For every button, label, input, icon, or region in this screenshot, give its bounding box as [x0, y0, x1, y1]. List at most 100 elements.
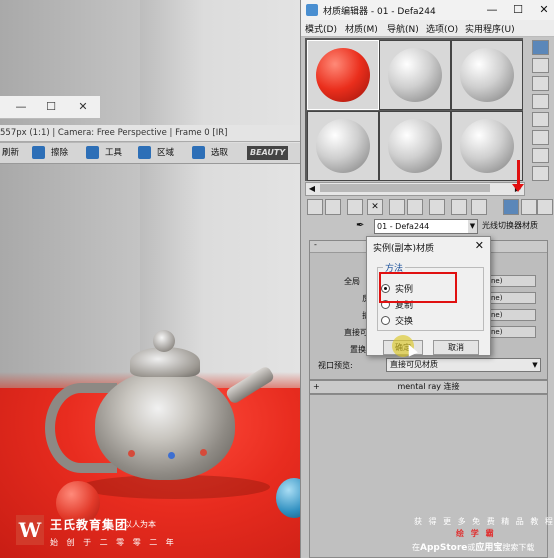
show-map-icon[interactable] — [471, 199, 487, 215]
minimized-window: — ☐ ✕ — [0, 96, 100, 119]
maximize-icon[interactable]: ☐ — [511, 3, 525, 17]
brand-watermark: W 王氏教育集团 以人为本 始 创 于 二 零 零 二 年 — [16, 515, 256, 551]
chevron-down-icon[interactable]: ▼ — [468, 220, 477, 233]
material-sphere — [316, 119, 370, 173]
put-to-library-icon[interactable] — [429, 199, 445, 215]
minimize-icon[interactable]: — — [485, 3, 499, 17]
sample-slot[interactable] — [379, 111, 451, 181]
material-sphere — [316, 48, 370, 102]
brand-motto: 以人为本 — [124, 520, 156, 529]
select-icon[interactable] — [192, 146, 205, 159]
sample-type-icon[interactable] — [532, 40, 549, 55]
material-toolbar: ✕ — [305, 198, 553, 216]
menu-utilities[interactable]: 实用程序(U) — [465, 22, 515, 35]
refresh-button[interactable]: 刷新 — [2, 146, 19, 160]
preview-icon[interactable] — [532, 130, 549, 145]
radio-icon[interactable] — [381, 316, 390, 325]
menu-mode[interactable]: 模式(D) — [305, 22, 337, 35]
material-slot-button[interactable]: ne) — [488, 292, 536, 304]
material-sphere — [460, 119, 514, 173]
sample-slot[interactable] — [307, 40, 379, 110]
maximize-icon[interactable]: ☐ — [44, 100, 58, 114]
material-editor-title: 材质编辑器 - 01 - Defa244 — [323, 7, 436, 17]
viewport-preview-label: 视口预览: — [318, 361, 353, 370]
instance-copy-dialog: 实例(副本)材质 ✕ 方法 实例 复制 交换 确定 取消 — [366, 236, 491, 356]
brand-logo: W — [16, 515, 44, 545]
menu-navigation[interactable]: 导航(N) — [387, 22, 419, 35]
collapse-icon[interactable]: - — [314, 240, 317, 249]
beauty-pass-label[interactable]: BEAUTY — [247, 146, 289, 160]
scroll-left-icon[interactable]: ◀ — [306, 183, 318, 195]
material-name-field[interactable]: 01 - Defa244 ▼ — [374, 219, 478, 234]
material-type-button[interactable]: 光线切换器材质 — [482, 220, 538, 231]
material-slot-button[interactable]: ne) — [488, 275, 536, 287]
show-end-result-icon[interactable] — [503, 199, 519, 215]
uv-tiling-icon[interactable] — [532, 94, 549, 109]
erase-icon[interactable] — [32, 146, 45, 159]
viewport-render[interactable]: — ☐ ✕ 557px (1:1) | Camera: Free Perspec… — [0, 0, 300, 558]
sample-slot[interactable] — [451, 111, 523, 181]
viewport-preview-select[interactable]: 直接可见材质 ▼ — [386, 358, 541, 372]
put-to-scene-icon[interactable] — [325, 199, 341, 215]
tools-icon[interactable] — [86, 146, 99, 159]
make-unique-icon[interactable] — [407, 199, 423, 215]
radio-swap[interactable]: 交换 — [381, 314, 413, 327]
cancel-button[interactable]: 取消 — [433, 340, 479, 355]
close-icon[interactable]: ✕ — [537, 3, 551, 17]
param-label: 全局 — [344, 277, 360, 286]
go-sibling-icon[interactable] — [537, 199, 553, 215]
get-material-icon[interactable] — [307, 199, 323, 215]
material-slot-button[interactable]: ne) — [488, 326, 536, 338]
make-copy-icon[interactable] — [389, 199, 405, 215]
material-sphere — [388, 119, 442, 173]
backlight-icon[interactable] — [532, 58, 549, 73]
expand-icon[interactable]: + — [313, 381, 320, 393]
material-name-row: ✒ 01 - Defa244 ▼ 光线切换器材质 — [356, 219, 552, 234]
options-icon[interactable] — [532, 148, 549, 163]
selection-highlight-box — [379, 272, 457, 303]
reset-icon[interactable]: ✕ — [367, 199, 383, 215]
select-by-material-icon[interactable] — [532, 166, 549, 181]
promo-line1: 获 得 更 多 免 费 精 品 教 程 — [414, 517, 554, 526]
menu-material[interactable]: 材质(M) — [345, 22, 378, 35]
slots-scrollbar[interactable]: ◀ ▶ — [305, 182, 525, 196]
mental-ray-rollout[interactable]: + mental ray 连接 — [309, 380, 548, 394]
render-toolbar: 刷新 擦除 工具 区域 选取 BEAUTY — [0, 143, 300, 164]
go-parent-icon[interactable] — [521, 199, 537, 215]
material-id-icon[interactable] — [451, 199, 467, 215]
menu-options[interactable]: 选项(O) — [426, 22, 458, 35]
sample-slot[interactable] — [451, 40, 523, 110]
promo-line3: 在AppStore或应用宝搜索下载 — [412, 543, 535, 553]
material-sphere — [388, 48, 442, 102]
sample-slot[interactable] — [307, 111, 379, 181]
param-label: 直接可 — [344, 328, 368, 337]
scroll-thumb[interactable] — [320, 184, 490, 192]
erase-button[interactable]: 擦除 — [51, 146, 68, 160]
select-button[interactable]: 选取 — [211, 146, 228, 160]
teapot-model — [40, 325, 276, 499]
eyedropper-icon[interactable]: ✒ — [356, 220, 368, 232]
material-slot-button[interactable]: ne) — [488, 309, 536, 321]
material-editor-titlebar: 材质编辑器 - 01 - Defa244 — ☐ ✕ — [301, 0, 554, 20]
promo-line2: 绘 学 霸 — [456, 529, 496, 538]
param-label: 置换 — [350, 345, 366, 354]
background-icon[interactable] — [532, 76, 549, 91]
tools-button[interactable]: 工具 — [105, 146, 122, 160]
brand-subtitle: 始 创 于 二 零 零 二 年 — [50, 538, 177, 547]
material-sphere — [460, 48, 514, 102]
chevron-down-icon[interactable]: ▼ — [530, 359, 540, 371]
region-icon[interactable] — [138, 146, 151, 159]
sample-slots — [305, 38, 523, 181]
assign-material-icon[interactable] — [347, 199, 363, 215]
annotation-arrow-head — [512, 184, 524, 192]
render-window-title: 557px (1:1) | Camera: Free Perspective |… — [0, 125, 300, 142]
sample-slot[interactable] — [379, 40, 451, 110]
minimize-icon[interactable]: — — [14, 100, 28, 114]
material-editor-menubar: 模式(D) 材质(M) 导航(N) 选项(O) 实用程序(U) — [301, 20, 554, 37]
side-toolbar — [529, 38, 551, 193]
close-icon[interactable]: ✕ — [475, 239, 484, 252]
region-button[interactable]: 区域 — [157, 146, 174, 160]
promo-watermark: 获 得 更 多 免 费 精 品 教 程 绘 学 霸 在AppStore或应用宝搜… — [412, 514, 554, 558]
video-check-icon[interactable] — [532, 112, 549, 127]
close-icon[interactable]: ✕ — [76, 100, 90, 114]
